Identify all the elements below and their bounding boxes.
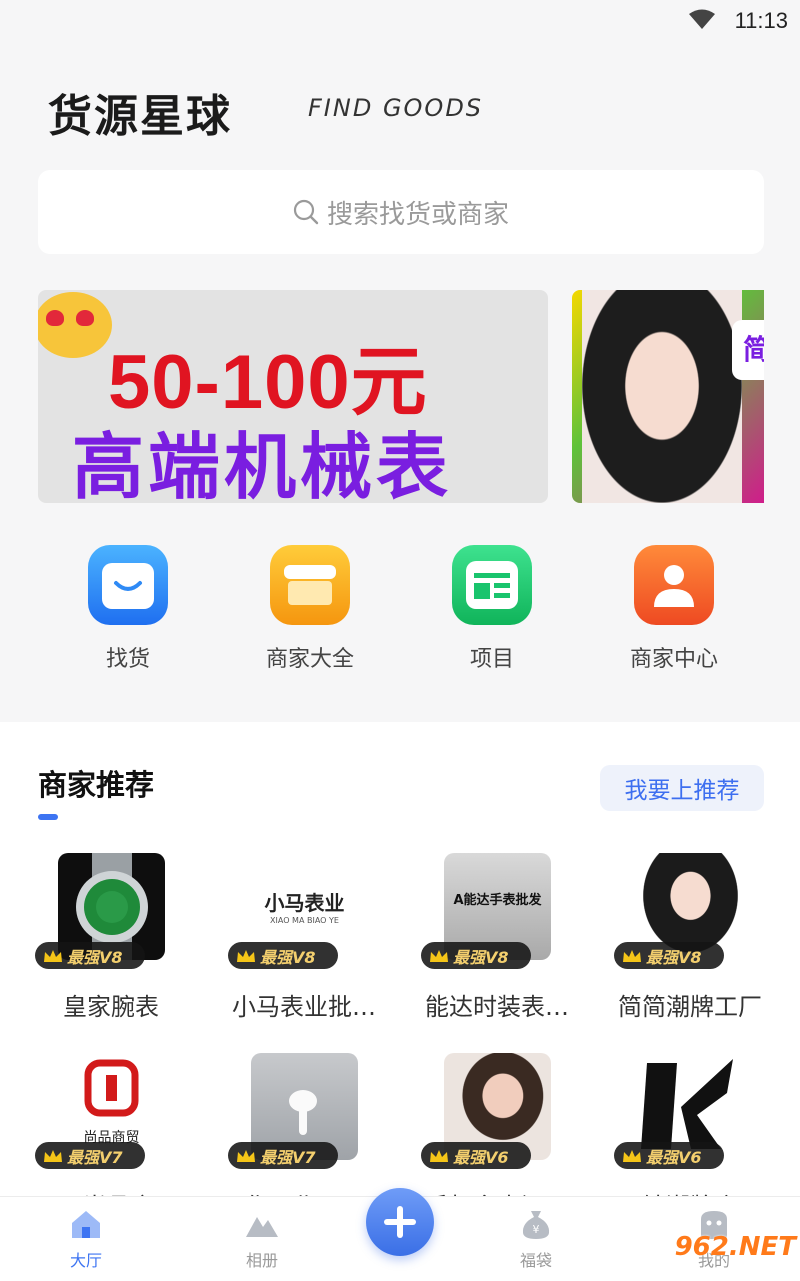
home-icon	[72, 1211, 100, 1238]
merchant-user-icon	[634, 545, 714, 625]
merchant-name: 能达时装表…	[425, 993, 569, 1021]
status-time: 11:13	[734, 8, 788, 33]
crown-icon	[430, 949, 448, 962]
site-watermark: 962.NET	[674, 1232, 796, 1262]
level-badge: 最强V8	[421, 942, 531, 969]
wifi-icon	[689, 9, 715, 29]
level-badge: 最强V7	[35, 1142, 145, 1169]
quick-entry-merchants[interactable]: 商家大全	[266, 545, 354, 672]
money-bag-icon: ¥	[522, 1211, 550, 1239]
app-logo-subtitle: FIND GOODS	[308, 94, 484, 122]
level-badge: 最强V8	[614, 942, 724, 969]
quick-entry-find-goods[interactable]: 找货	[88, 545, 168, 672]
quick-entry-label: 找货	[105, 647, 151, 672]
merchant-name: 皇家腕表	[63, 993, 159, 1021]
project-board-icon	[452, 545, 532, 625]
mountain-icon	[246, 1217, 278, 1237]
search-icon	[293, 199, 319, 225]
level-badge: 最强V6	[421, 1142, 531, 1169]
shopping-bag-icon	[88, 545, 168, 625]
crown-icon	[44, 949, 62, 962]
quick-entry-merchant-center[interactable]: 商家中心	[630, 545, 718, 672]
merchant-name: 小马表业批…	[232, 993, 376, 1021]
level-badge: 最强V8	[228, 942, 338, 969]
section-title: 商家推荐	[38, 768, 155, 802]
search-bar[interactable]: 搜索找货或商家	[38, 170, 764, 254]
search-placeholder: 搜索找货或商家	[326, 199, 509, 230]
crown-icon	[237, 1149, 255, 1162]
promo-banner-next[interactable]: 简	[572, 290, 764, 503]
app-logo-text: 货源星球	[48, 91, 232, 142]
quick-entry-projects[interactable]: 项目	[452, 545, 532, 672]
promo-banner[interactable]: 50-100元 高端机械表	[38, 290, 548, 503]
level-badge: 最强V7	[228, 1142, 338, 1169]
tab-lucky-bag[interactable]: ¥ 福袋	[496, 1207, 576, 1271]
section-title-underline	[38, 814, 58, 820]
level-badge: 最强V8	[35, 942, 145, 969]
banner-side-text: 简	[732, 320, 764, 380]
banner-portrait-image	[582, 290, 742, 503]
level-badge: 最强V6	[614, 1142, 724, 1169]
quick-entry-label: 商家中心	[629, 647, 719, 672]
storefront-icon	[270, 545, 350, 625]
crown-icon	[430, 1149, 448, 1162]
tab-album[interactable]: 相册	[222, 1207, 302, 1271]
quick-entry-label: 项目	[469, 647, 515, 672]
heart-eyes-emoji-icon	[38, 292, 112, 358]
crown-icon	[623, 1149, 641, 1162]
status-bar: 11:13	[0, 0, 800, 44]
banner-title-text: 高端机械表	[72, 425, 453, 503]
publish-plus-button[interactable]	[366, 1188, 434, 1256]
merchant-name: 简简潮牌工厂	[618, 993, 762, 1021]
crown-icon	[623, 949, 641, 962]
svg-text:¥: ¥	[533, 1223, 540, 1236]
quick-entry-label: 商家大全	[265, 647, 355, 672]
tab-hall[interactable]: 大厅	[46, 1207, 126, 1271]
crown-icon	[44, 1149, 62, 1162]
crown-icon	[237, 949, 255, 962]
apply-recommend-button[interactable]: 我要上推荐	[600, 765, 764, 811]
